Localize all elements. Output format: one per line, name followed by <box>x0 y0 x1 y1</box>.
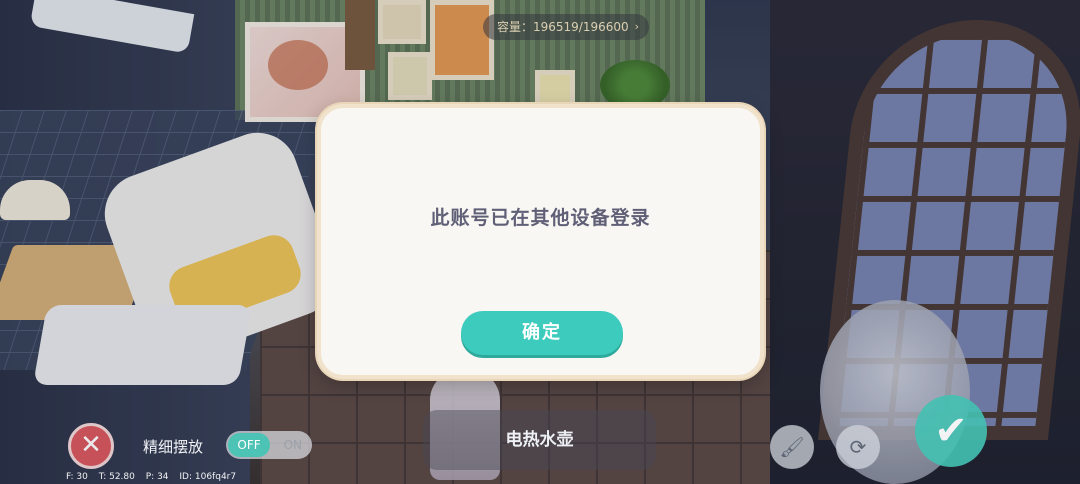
toggle-off-label: OFF <box>228 433 270 457</box>
close-icon: ✕ <box>80 430 102 460</box>
toggle-on-label: ON <box>283 438 302 452</box>
debug-id: ID: 106fq4r7 <box>179 472 237 482</box>
paint-button[interactable]: 🖌 <box>770 425 814 469</box>
debug-ping: P: 34 <box>145 472 169 482</box>
rotate-icon: ⟳ <box>849 435 867 459</box>
confirm-placement-button[interactable]: ✔ <box>915 395 987 467</box>
debug-stats: F: 30 T: 52.80 P: 34 ID: 106fq4r7 <box>66 472 244 482</box>
brush-icon: 🖌 <box>779 435 805 459</box>
login-conflict-dialog: 此账号已在其他设备登录 确定 <box>317 104 764 379</box>
fine-placement-label: 精细摆放 <box>143 438 204 456</box>
fine-placement-toggle[interactable]: OFF ON <box>226 431 312 459</box>
selected-item-name: 电热水壶 <box>423 410 656 470</box>
rotate-button[interactable]: ⟳ <box>836 425 880 469</box>
checkmark-icon: ✔ <box>934 408 968 454</box>
debug-fps: F: 30 <box>66 472 88 482</box>
confirm-button[interactable]: 确定 <box>461 311 623 355</box>
debug-time: T: 52.80 <box>98 472 135 482</box>
dialog-message: 此账号已在其他设备登录 <box>430 207 651 229</box>
cancel-placement-button[interactable]: ✕ <box>68 423 114 469</box>
